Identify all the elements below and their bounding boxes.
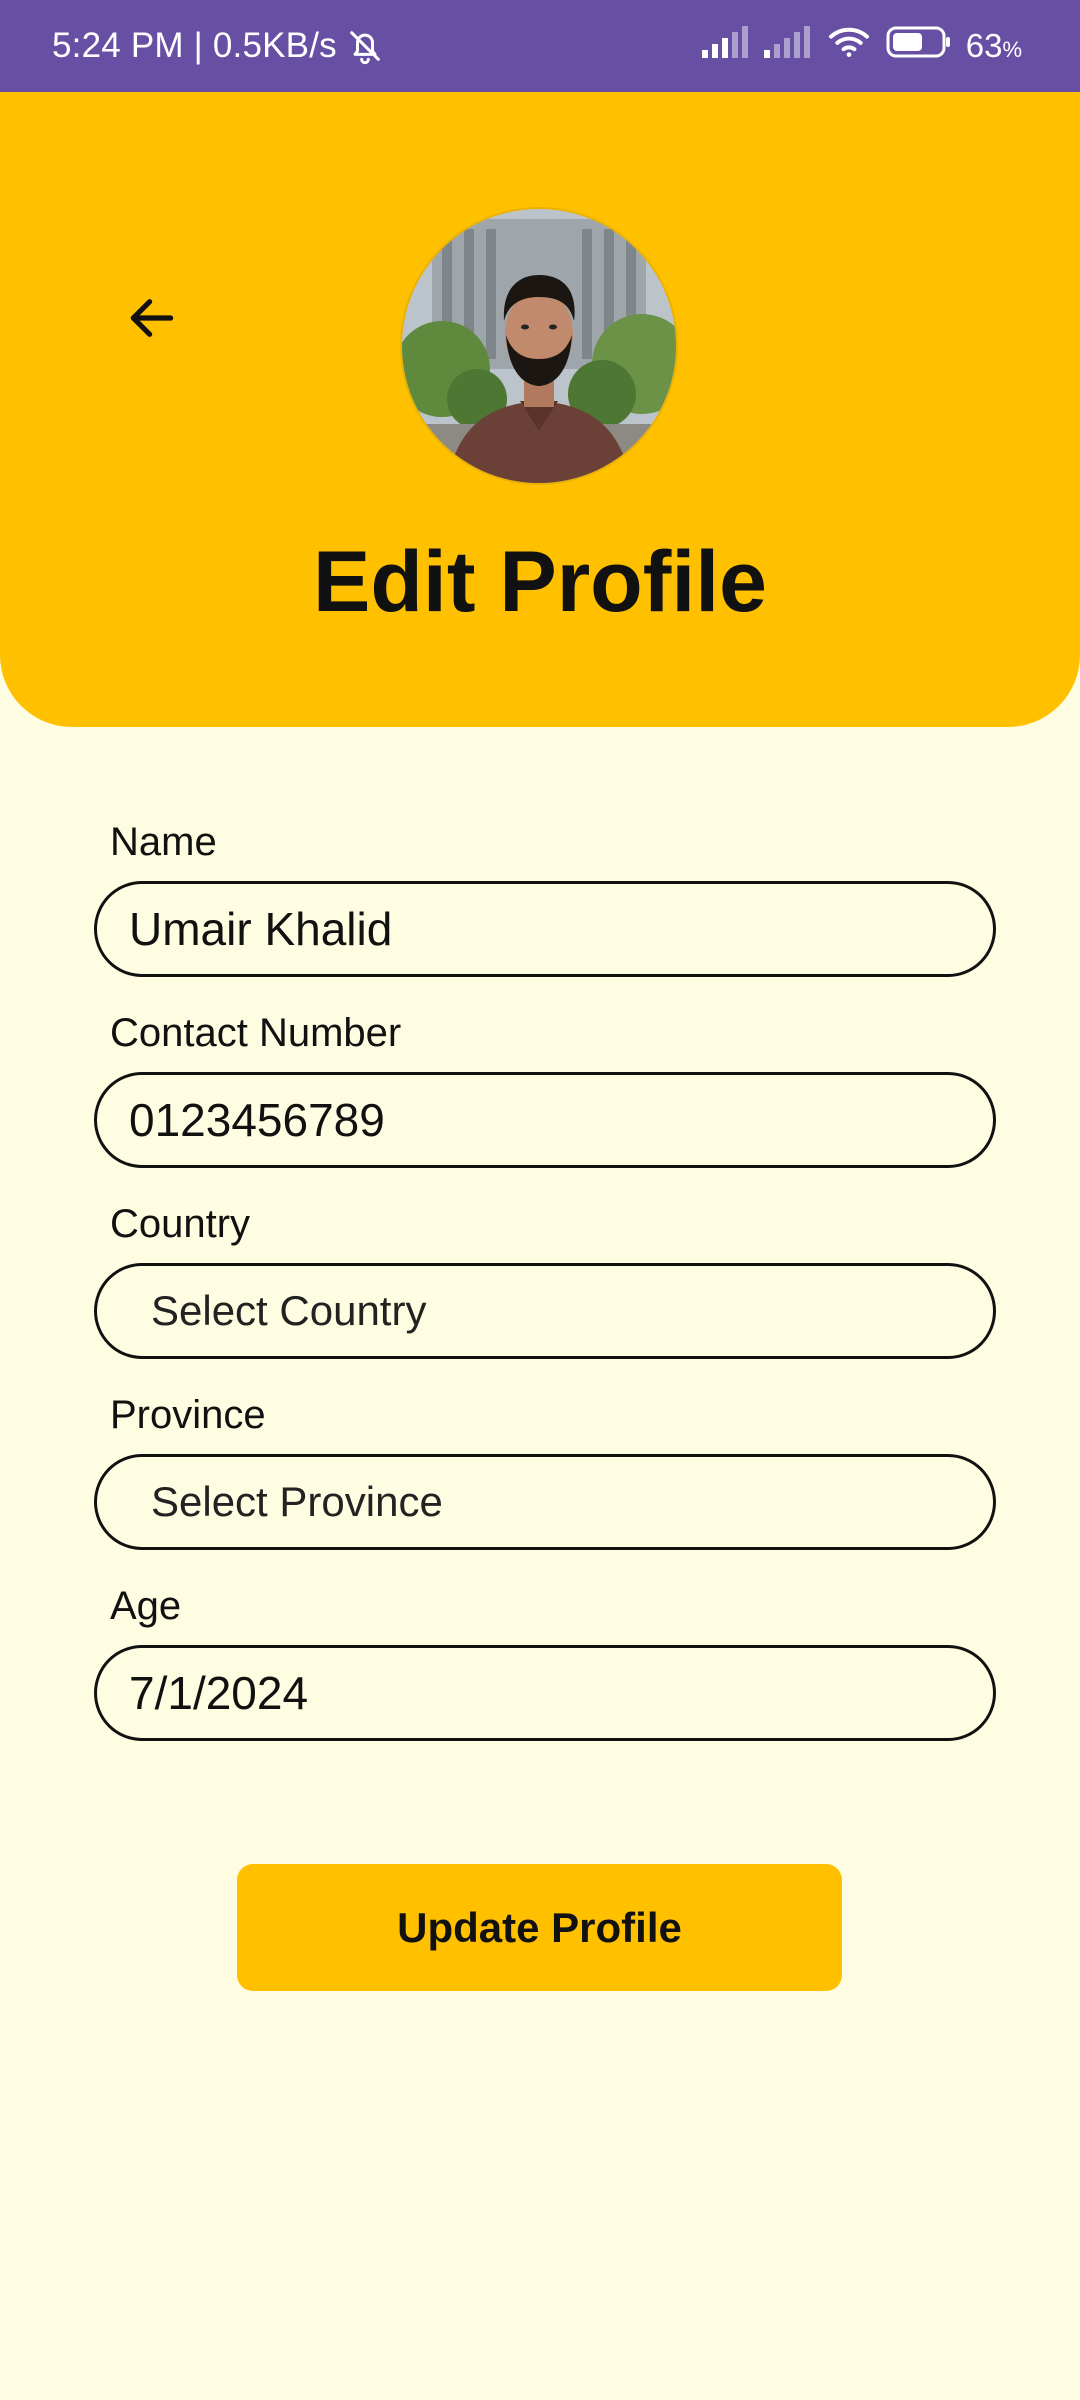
name-value: Umair Khalid (129, 903, 393, 955)
age-field[interactable]: 7/1/2024 (94, 1645, 996, 1741)
status-bar: 5:24 PM | 0.5KB/s 63% (0, 0, 1080, 92)
profile-photo (402, 209, 676, 483)
name-label: Name (110, 820, 217, 864)
page-title: Edit Profile (313, 534, 767, 630)
status-right: 63% (701, 0, 1022, 92)
province-select[interactable]: Select Province (94, 1454, 996, 1550)
battery-unit: % (1002, 37, 1022, 62)
country-select[interactable]: Select Country (94, 1263, 996, 1359)
contact-label: Contact Number (110, 1011, 402, 1055)
province-label: Province (110, 1393, 266, 1437)
battery-value: 63 (965, 27, 1003, 64)
country-value: Select Country (151, 1287, 427, 1334)
battery-icon (886, 25, 952, 67)
signal-icon (701, 26, 750, 66)
back-button[interactable] (118, 286, 186, 354)
avatar[interactable] (402, 209, 676, 483)
status-left: 5:24 PM | 0.5KB/s (52, 0, 385, 92)
name-field[interactable]: Umair Khalid (94, 881, 996, 977)
wifi-icon (826, 24, 872, 68)
contact-value: 0123456789 (129, 1094, 385, 1146)
header: Edit Profile (0, 92, 1080, 727)
signal-icon (763, 26, 812, 66)
age-value: 7/1/2024 (129, 1667, 309, 1719)
province-value: Select Province (151, 1478, 443, 1525)
arrow-left-icon (124, 290, 180, 351)
status-time-speed: 5:24 PM | 0.5KB/s (52, 26, 337, 65)
contact-field[interactable]: 0123456789 (94, 1072, 996, 1168)
bell-off-icon (345, 26, 385, 66)
country-label: Country (110, 1202, 251, 1246)
update-profile-button[interactable]: Update Profile (237, 1864, 842, 1991)
battery-percent: 63% (966, 27, 1022, 65)
age-label: Age (110, 1584, 182, 1628)
